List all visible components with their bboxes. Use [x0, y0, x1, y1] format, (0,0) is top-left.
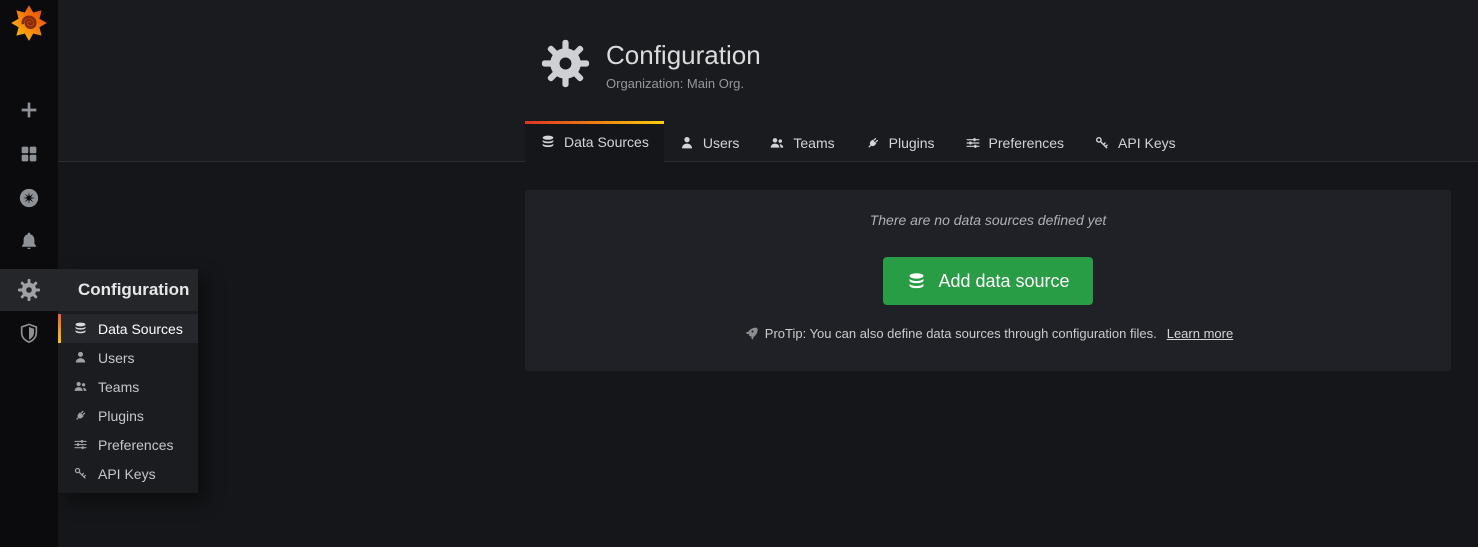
- gear-icon: [540, 38, 591, 89]
- flyout-item-preferences[interactable]: Preferences: [58, 430, 198, 459]
- compass-icon: [18, 187, 40, 209]
- sliders-icon: [965, 135, 981, 151]
- protip-text: ProTip: You can also define data sources…: [765, 326, 1157, 341]
- flyout-item-teams[interactable]: Teams: [58, 372, 198, 401]
- configuration-flyout-menu: Configuration Data Sources Users Teams P…: [58, 269, 198, 493]
- sliders-icon: [73, 437, 88, 452]
- user-icon: [73, 350, 88, 365]
- add-data-source-label: Add data source: [938, 271, 1069, 292]
- flyout-item-users[interactable]: Users: [58, 343, 198, 372]
- bell-icon: [18, 231, 40, 253]
- page-title: Configuration: [606, 40, 761, 71]
- flyout-item-label: Data Sources: [98, 321, 183, 337]
- main-area: Configuration Organization: Main Org. Da…: [58, 0, 1478, 547]
- flyout-item-label: Teams: [98, 379, 139, 395]
- dashboards-icon: [18, 143, 40, 165]
- flyout-item-label: Preferences: [98, 437, 173, 453]
- protip: ProTip: You can also define data sources…: [743, 326, 1233, 341]
- plus-icon: [18, 99, 40, 121]
- grafana-logo-icon: [10, 4, 48, 42]
- empty-state-message: There are no data sources defined yet: [870, 212, 1107, 228]
- flyout-item-label: Plugins: [98, 408, 144, 424]
- sidebar: [0, 0, 58, 547]
- key-icon: [1094, 135, 1110, 151]
- sidebar-item-create[interactable]: [0, 88, 58, 132]
- tab-label: Teams: [793, 135, 834, 151]
- sidebar-nav: [0, 88, 58, 355]
- flyout-title: Configuration: [58, 269, 198, 311]
- learn-more-link[interactable]: Learn more: [1167, 326, 1233, 341]
- data-sources-empty-panel: There are no data sources defined yet Ad…: [525, 190, 1451, 371]
- tab-label: Plugins: [889, 135, 935, 151]
- flyout-list: Data Sources Users Teams Plugins Prefere…: [58, 311, 198, 493]
- database-icon: [73, 321, 88, 336]
- flyout-item-api-keys[interactable]: API Keys: [58, 459, 198, 488]
- plug-icon: [73, 408, 88, 423]
- sidebar-item-server-admin[interactable]: [0, 311, 58, 355]
- rocket-icon: [743, 326, 758, 341]
- sidebar-item-alerting[interactable]: [0, 220, 58, 264]
- tab-label: API Keys: [1118, 135, 1176, 151]
- database-icon: [540, 134, 556, 150]
- add-data-source-button[interactable]: Add data source: [883, 257, 1092, 305]
- key-icon: [73, 466, 88, 481]
- shield-icon: [18, 322, 40, 344]
- tab-plugins[interactable]: Plugins: [850, 121, 950, 161]
- tab-users[interactable]: Users: [664, 121, 755, 161]
- plug-icon: [865, 135, 881, 151]
- sidebar-item-dashboards[interactable]: [0, 132, 58, 176]
- tab-teams[interactable]: Teams: [754, 121, 849, 161]
- tab-data-sources[interactable]: Data Sources: [525, 121, 664, 162]
- page-content: There are no data sources defined yet Ad…: [58, 162, 1478, 371]
- tab-label: Preferences: [989, 135, 1064, 151]
- team-icon: [769, 135, 785, 151]
- sidebar-item-configuration[interactable]: [0, 269, 58, 311]
- tab-bar: Data Sources Users Teams Plugins Prefere…: [525, 121, 1191, 161]
- grafana-logo[interactable]: [0, 0, 58, 46]
- gear-icon: [17, 278, 41, 302]
- tab-label: Data Sources: [564, 134, 649, 150]
- sidebar-item-explore[interactable]: [0, 176, 58, 220]
- tab-label: Users: [703, 135, 740, 151]
- team-icon: [73, 379, 88, 394]
- page-header: Configuration Organization: Main Org. Da…: [58, 0, 1478, 162]
- flyout-item-data-sources[interactable]: Data Sources: [58, 314, 198, 343]
- flyout-item-label: Users: [98, 350, 135, 366]
- user-icon: [679, 135, 695, 151]
- flyout-item-label: API Keys: [98, 466, 156, 482]
- tab-api-keys[interactable]: API Keys: [1079, 121, 1191, 161]
- flyout-item-plugins[interactable]: Plugins: [58, 401, 198, 430]
- tab-preferences[interactable]: Preferences: [950, 121, 1079, 161]
- database-icon: [906, 271, 927, 292]
- page-subtitle: Organization: Main Org.: [606, 76, 761, 91]
